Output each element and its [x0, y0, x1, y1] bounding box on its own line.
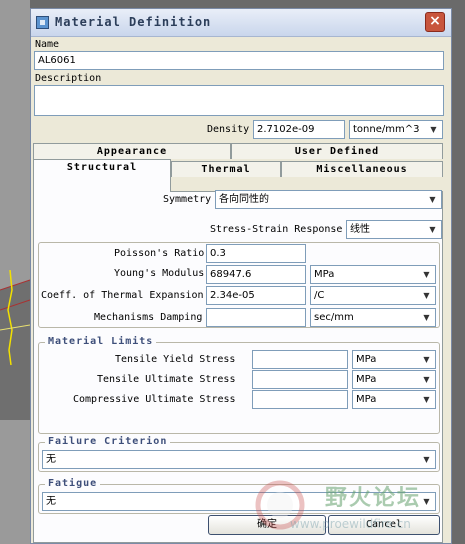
title-bar: Material Definition ×: [31, 9, 451, 37]
chevron-down-icon: ▼: [423, 313, 430, 322]
damping-unit-select[interactable]: sec/mm ▼: [310, 308, 436, 327]
fatigue-title: Fatigue: [45, 478, 101, 489]
tensile-ultimate-label: Tensile Ultimate Stress: [97, 374, 236, 385]
description-field[interactable]: [34, 85, 444, 116]
tensile-yield-unit-select[interactable]: MPa ▼: [352, 350, 436, 369]
tab-miscellaneous[interactable]: Miscellaneous: [281, 161, 443, 177]
failure-criterion-select[interactable]: 无 ▼: [42, 450, 436, 469]
damping-label: Mechanisms Damping: [94, 312, 203, 323]
close-button[interactable]: ×: [425, 12, 445, 32]
damping-unit-value: sec/mm: [314, 312, 354, 323]
symmetry-select[interactable]: 各向同性的 ▼: [215, 190, 442, 209]
poisson-field[interactable]: 0.3: [206, 244, 306, 263]
thermal-expansion-unit-select[interactable]: /C ▼: [310, 286, 436, 305]
material-limits-title: Material Limits: [45, 336, 157, 347]
poisson-label: Poisson's Ratio: [114, 248, 205, 259]
material-definition-dialog: Material Definition × Name AL6061 Descri…: [30, 8, 452, 544]
chevron-down-icon: ▼: [423, 355, 430, 364]
tensile-yield-label: Tensile Yield Stress: [115, 354, 236, 365]
tab-thermal[interactable]: Thermal: [171, 161, 281, 177]
chevron-down-icon: ▼: [429, 195, 436, 204]
name-label: Name: [35, 39, 60, 50]
window-icon: [36, 16, 49, 29]
name-field[interactable]: AL6061: [34, 51, 444, 70]
density-label: Density: [207, 124, 250, 135]
compressive-ultimate-unit-value: MPa: [356, 394, 377, 405]
tab-appearance[interactable]: Appearance: [33, 143, 231, 159]
failure-criterion-value: 无: [46, 454, 56, 465]
thermal-expansion-label: Coeff. of Thermal Expansion: [41, 290, 204, 301]
chevron-down-icon: ▼: [423, 497, 430, 506]
youngs-modulus-field[interactable]: 68947.6: [206, 265, 306, 284]
compressive-ultimate-unit-select[interactable]: MPa ▼: [352, 390, 436, 409]
chevron-down-icon: ▼: [423, 395, 430, 404]
watermark-url: www.proewildfire.cn: [290, 517, 411, 531]
model-geometry-graphic: [0, 270, 30, 420]
tensile-ultimate-unit-select[interactable]: MPa ▼: [352, 370, 436, 389]
chevron-down-icon: ▼: [423, 291, 430, 300]
description-label: Description: [35, 73, 102, 84]
thermal-expansion-unit-value: /C: [314, 290, 325, 301]
dialog-title: Material Definition: [55, 15, 212, 29]
tensile-ultimate-field[interactable]: [252, 370, 348, 389]
compressive-ultimate-label: Compressive Ultimate Stress: [73, 394, 236, 405]
stress-strain-value: 线性: [350, 224, 370, 235]
chevron-down-icon: ▼: [429, 225, 436, 234]
tab-user-defined[interactable]: User Defined: [231, 143, 443, 159]
youngs-unit-select[interactable]: MPa ▼: [310, 265, 436, 284]
youngs-modulus-label: Young's Modulus: [114, 268, 205, 279]
fatigue-value: 无: [46, 496, 56, 507]
tensile-yield-unit-value: MPa: [356, 354, 377, 365]
chevron-down-icon: ▼: [430, 125, 437, 134]
compressive-ultimate-field[interactable]: [252, 390, 348, 409]
damping-field[interactable]: [206, 308, 306, 327]
density-unit-value: tonne/mm^3: [353, 124, 420, 135]
youngs-unit-value: MPa: [314, 269, 335, 280]
thermal-expansion-field[interactable]: 2.34e-05: [206, 286, 306, 305]
failure-criterion-title: Failure Criterion: [45, 436, 171, 447]
stress-strain-select[interactable]: 线性 ▼: [346, 220, 442, 239]
density-field[interactable]: 2.7102e-09: [253, 120, 345, 139]
symmetry-value: 各向同性的: [219, 194, 269, 205]
stress-strain-label: Stress-Strain Response: [210, 224, 343, 235]
tab-structural[interactable]: Structural: [33, 159, 171, 192]
watermark-text: 野火论坛: [325, 486, 422, 511]
chevron-down-icon: ▼: [423, 455, 430, 464]
chevron-down-icon: ▼: [423, 375, 430, 384]
chevron-down-icon: ▼: [423, 270, 430, 279]
density-unit-select[interactable]: tonne/mm^3 ▼: [349, 120, 443, 139]
tensile-yield-field[interactable]: [252, 350, 348, 369]
tensile-ultimate-unit-value: MPa: [356, 374, 377, 385]
symmetry-label: Symmetry: [163, 194, 212, 205]
